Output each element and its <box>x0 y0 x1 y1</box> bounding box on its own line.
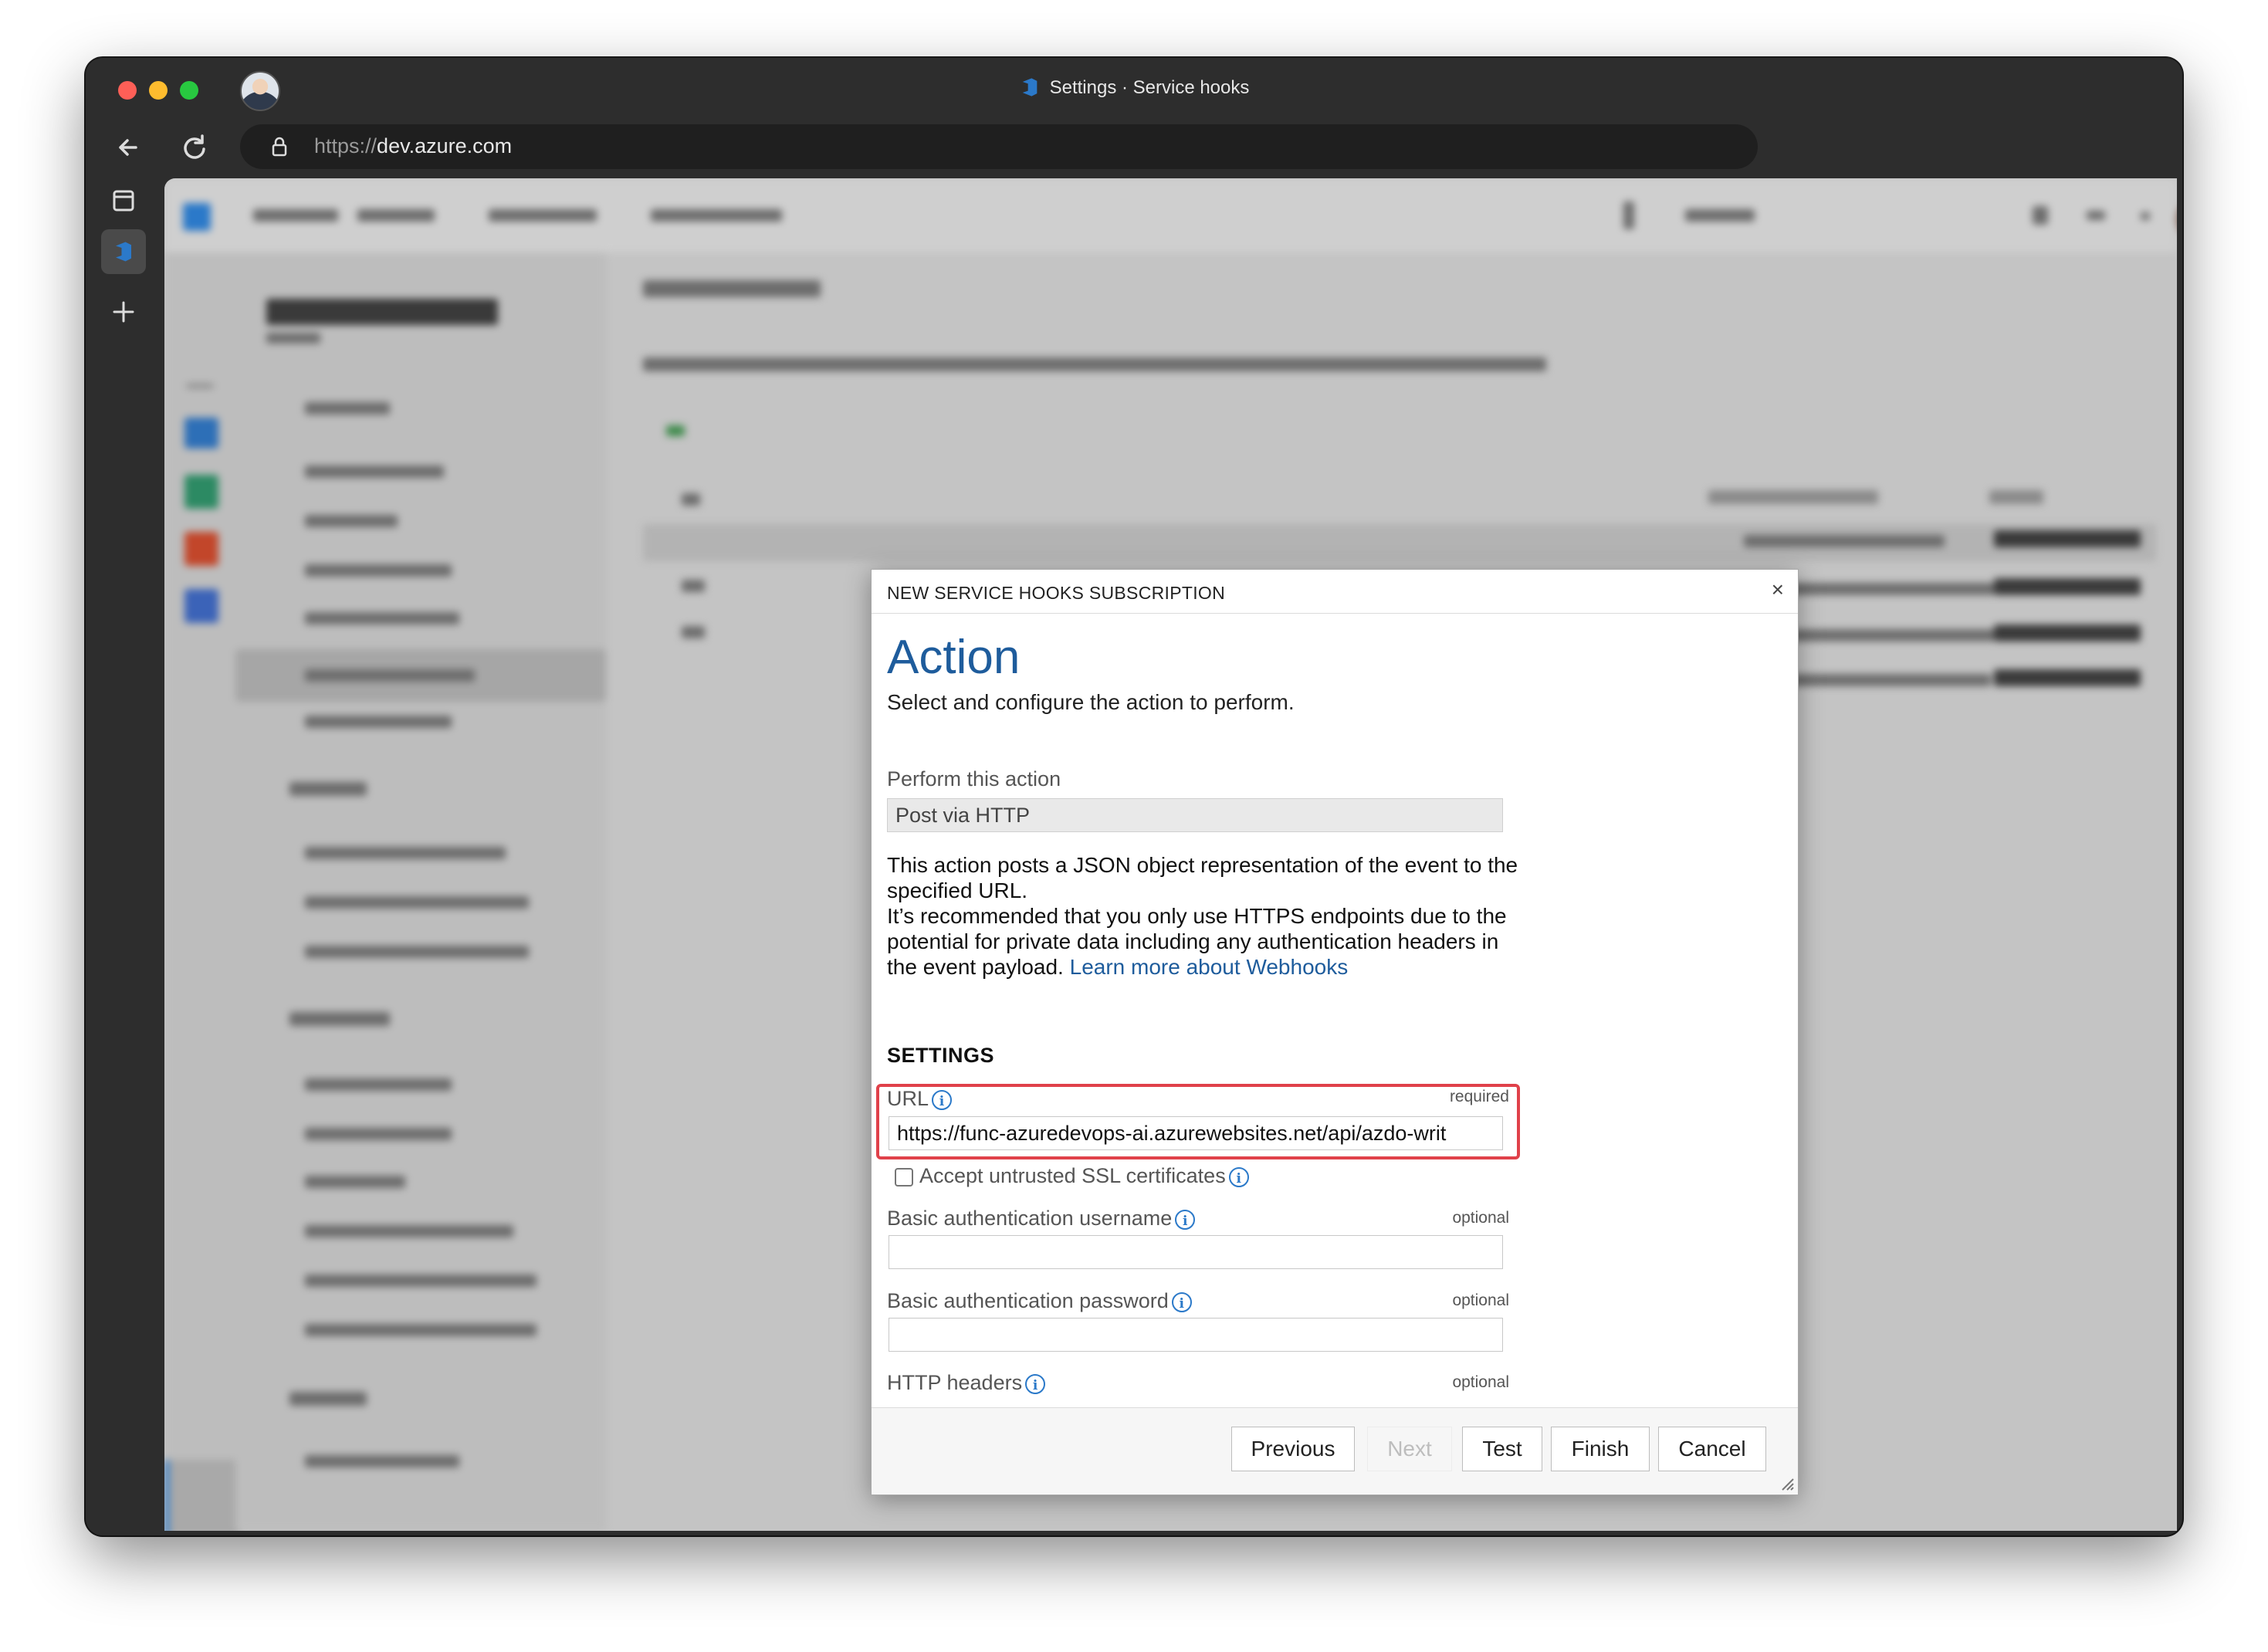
cancel-button[interactable]: Cancel <box>1658 1427 1766 1471</box>
url-host: dev.azure.com <box>377 134 513 157</box>
url-label: URL i <box>887 1087 953 1111</box>
window-title: Settings · Service hooks <box>86 76 2182 99</box>
azure-devops-icon <box>116 242 131 262</box>
lock-icon <box>272 137 287 157</box>
ssl-label-text: Accept untrusted SSL certificates <box>919 1164 1226 1187</box>
perform-action-field: Post via HTTP <box>887 798 1503 832</box>
window-title-text: Settings · Service hooks <box>1049 77 1250 98</box>
browser-window: Settings · Service hooks https://dev.azu… <box>86 58 2182 1535</box>
learn-more-webhooks-link[interactable]: Learn more about Webhooks <box>1070 955 1349 979</box>
password-input[interactable] <box>889 1318 1503 1352</box>
password-label: Basic authentication password i <box>887 1289 1192 1313</box>
info-icon[interactable]: i <box>932 1090 953 1110</box>
sidebar-toggle-icon[interactable] <box>101 178 146 223</box>
url-text: https://dev.azure.com <box>314 134 512 158</box>
new-service-hook-dialog: NEW SERVICE HOOKS SUBSCRIPTION × Action … <box>871 569 1799 1495</box>
ado-top-bar <box>164 178 2177 252</box>
username-label: Basic authentication username i <box>887 1207 1196 1231</box>
test-button[interactable]: Test <box>1462 1427 1542 1471</box>
page-subtitle: Select and configure the action to perfo… <box>887 690 1295 714</box>
ado-settings-sidebar <box>235 252 606 1531</box>
ado-left-rail <box>164 252 240 1531</box>
info-icon[interactable]: i <box>1175 1210 1196 1230</box>
username-input[interactable] <box>889 1235 1503 1269</box>
vertical-tab-strip <box>86 178 164 1535</box>
reload-icon[interactable] <box>173 126 216 169</box>
finish-button[interactable]: Finish <box>1551 1427 1650 1471</box>
url-label-text: URL <box>887 1087 929 1110</box>
http-headers-optional-tag: optional <box>1452 1373 1509 1391</box>
resize-grip-icon[interactable] <box>1778 1474 1795 1491</box>
action-description: This action posts a JSON object represen… <box>887 853 1518 902</box>
navigation-row: https://dev.azure.com <box>86 120 2182 178</box>
url-input[interactable] <box>889 1116 1503 1150</box>
page-content: NEW SERVICE HOOKS SUBSCRIPTION × Action … <box>164 178 2177 1531</box>
http-headers-label: HTTP headers i <box>887 1371 1046 1395</box>
accept-ssl-checkbox[interactable] <box>895 1168 913 1187</box>
page-title: Action <box>887 631 1021 684</box>
close-icon[interactable]: × <box>1772 579 1784 601</box>
dialog-footer: Previous Next Test Finish Cancel <box>872 1407 1798 1495</box>
username-label-text: Basic authentication username <box>887 1207 1173 1230</box>
perform-action-label: Perform this action <box>887 767 1061 790</box>
password-label-text: Basic authentication password <box>887 1289 1169 1312</box>
url-scheme: https:// <box>314 134 377 157</box>
info-icon[interactable]: i <box>1228 1167 1249 1187</box>
title-bar: Settings · Service hooks <box>86 58 2182 120</box>
url-required-tag: required <box>1449 1088 1509 1105</box>
dialog-header: NEW SERVICE HOOKS SUBSCRIPTION × <box>872 570 1798 614</box>
http-headers-label-text: HTTP headers <box>887 1371 1023 1394</box>
info-icon[interactable]: i <box>1171 1292 1192 1312</box>
tab-azure-devops[interactable] <box>101 229 146 274</box>
password-optional-tag: optional <box>1452 1291 1509 1309</box>
next-button[interactable]: Next <box>1367 1427 1452 1471</box>
address-bar[interactable]: https://dev.azure.com <box>240 124 1758 169</box>
username-optional-tag: optional <box>1452 1209 1509 1227</box>
new-tab-plus-icon[interactable] <box>101 289 146 334</box>
back-arrow-icon[interactable] <box>107 126 150 169</box>
info-icon[interactable]: i <box>1025 1374 1046 1394</box>
https-recommendation: It’s recommended that you only use HTTPS… <box>887 903 1520 980</box>
dialog-title: NEW SERVICE HOOKS SUBSCRIPTION <box>887 583 1225 603</box>
ssl-label: Accept untrusted SSL certificates i <box>919 1164 1249 1188</box>
settings-heading: SETTINGS <box>887 1044 995 1067</box>
previous-button[interactable]: Previous <box>1231 1427 1355 1471</box>
azure-devops-icon <box>1022 78 1037 96</box>
